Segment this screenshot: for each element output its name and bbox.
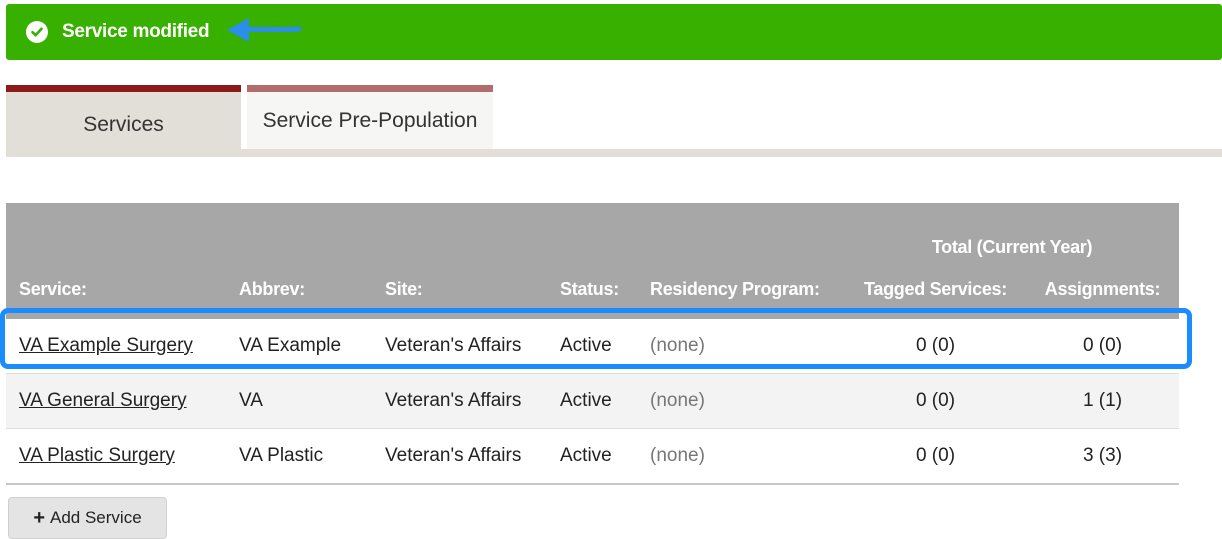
residency-cell: (none): [637, 428, 845, 485]
check-circle-icon: [26, 21, 48, 43]
column-header-abbrev[interactable]: Abbrev:: [226, 260, 372, 319]
services-table: Total (Current Year) Service: Abbrev: Si…: [6, 203, 1179, 485]
tagged-services-cell: 0 (0): [845, 428, 1026, 485]
table-row: VA Plastic Surgery VA Plastic Veteran's …: [6, 428, 1179, 485]
column-header-service[interactable]: Service:: [6, 260, 226, 319]
arrow-left-icon: [223, 14, 303, 51]
tab-services[interactable]: Services: [6, 85, 241, 157]
service-link[interactable]: VA Plastic Surgery: [19, 445, 175, 466]
column-header-tagged-services[interactable]: Tagged Services:: [845, 260, 1026, 319]
banner-message: Service modified: [62, 21, 210, 42]
abbrev-cell: VA Plastic: [226, 428, 372, 485]
residency-cell: (none): [637, 319, 845, 374]
tab-service-pre-population[interactable]: Service Pre-Population: [247, 85, 493, 149]
site-cell: Veteran's Affairs: [372, 319, 547, 374]
abbrev-cell: VA: [226, 373, 372, 429]
add-service-button[interactable]: + Add Service: [8, 497, 167, 539]
column-header-status[interactable]: Status:: [547, 260, 637, 319]
success-banner: Service modified: [6, 4, 1222, 60]
assignments-cell: 3 (3): [1026, 428, 1179, 485]
add-service-label: Add Service: [50, 508, 142, 527]
service-link[interactable]: VA Example Surgery: [19, 335, 193, 356]
service-link[interactable]: VA General Surgery: [19, 390, 187, 411]
site-cell: Veteran's Affairs: [372, 373, 547, 429]
column-header-assignments[interactable]: Assignments:: [1026, 260, 1179, 319]
status-cell: Active: [547, 428, 637, 485]
assignments-cell: 1 (1): [1026, 373, 1179, 429]
table-group-header-row: Total (Current Year): [6, 203, 1179, 260]
plus-icon: +: [33, 507, 45, 529]
status-cell: Active: [547, 373, 637, 429]
table-header-row: Service: Abbrev: Site: Status: Residency…: [6, 260, 1179, 319]
column-header-site[interactable]: Site:: [372, 260, 547, 319]
column-header-residency-program[interactable]: Residency Program:: [637, 260, 845, 319]
site-cell: Veteran's Affairs: [372, 428, 547, 485]
assignments-cell: 0 (0): [1026, 319, 1179, 374]
residency-cell: (none): [637, 373, 845, 429]
table-row: VA Example Surgery VA Example Veteran's …: [6, 319, 1179, 374]
table-row: VA General Surgery VA Veteran's Affairs …: [6, 373, 1179, 429]
abbrev-cell: VA Example: [226, 319, 372, 374]
group-header-total-current-year: Total (Current Year): [931, 237, 1093, 257]
tagged-services-cell: 0 (0): [845, 373, 1026, 429]
tab-bar: Services Service Pre-Population: [6, 85, 1222, 157]
tagged-services-cell: 0 (0): [845, 319, 1026, 374]
status-cell: Active: [547, 319, 637, 374]
